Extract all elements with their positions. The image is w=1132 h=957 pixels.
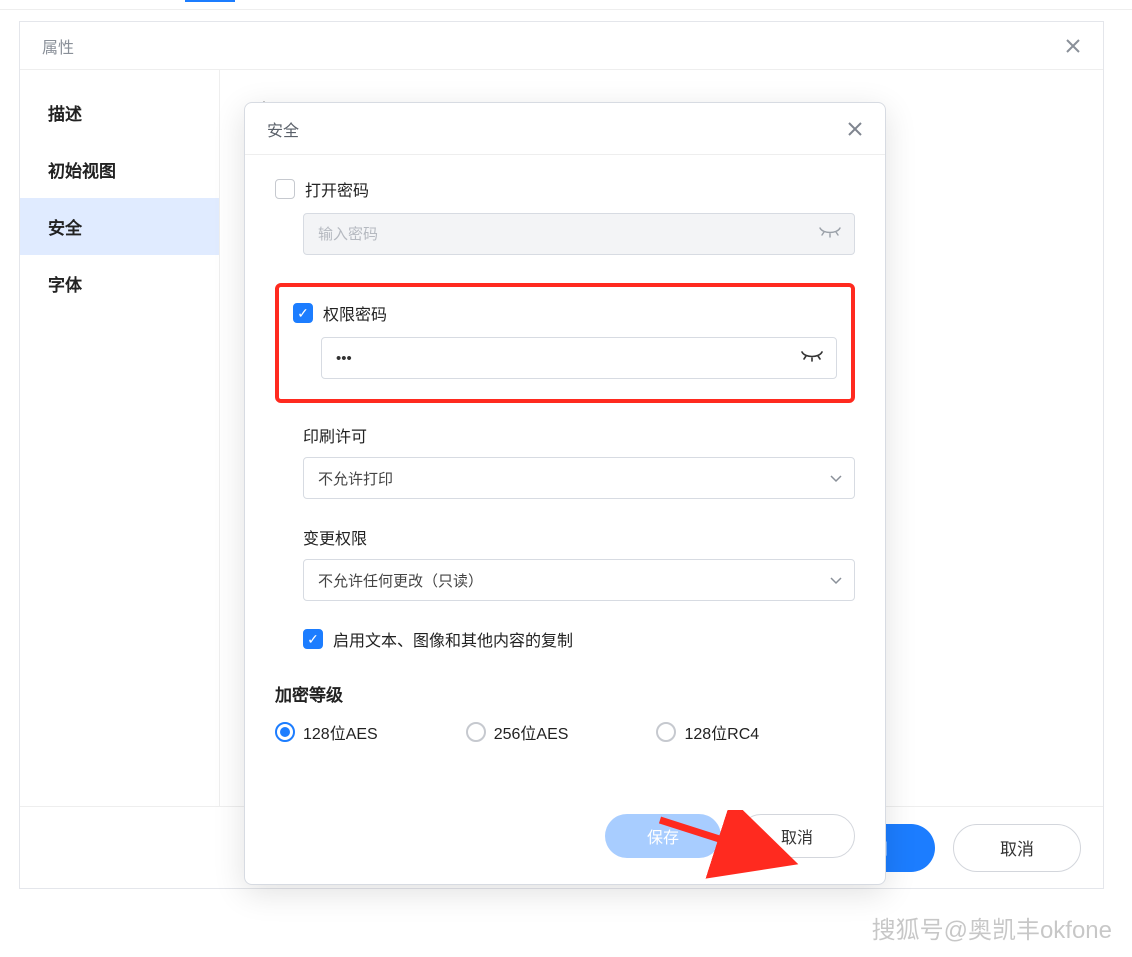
enable-copy-checkbox[interactable]: ✓ [303, 629, 323, 649]
properties-title: 属性 [42, 34, 74, 58]
dialog-close-icon[interactable] [843, 117, 867, 141]
sidebar-item-fonts[interactable]: 字体 [20, 255, 219, 312]
dialog-body: 打开密码 ✓ 权限密码 印刷许可 不允许打印 [245, 155, 885, 814]
perm-password-checkbox[interactable]: ✓ [293, 303, 313, 323]
permission-password-highlight: ✓ 权限密码 [275, 283, 855, 403]
print-permission-label: 印刷许可 [303, 423, 855, 447]
encryption-option-128rc4[interactable]: 128位RC4 [656, 720, 759, 744]
sidebar-item-description[interactable]: 描述 [20, 84, 219, 141]
top-tabs-bar [0, 0, 1132, 10]
change-permission-select[interactable]: 不允许任何更改（只读） [303, 559, 855, 601]
perm-password-label: 权限密码 [323, 301, 387, 325]
eye-closed-icon[interactable] [819, 227, 841, 241]
chevron-down-icon [830, 470, 842, 487]
radio-icon [466, 722, 486, 742]
sidebar-item-initial-view[interactable]: 初始视图 [20, 141, 219, 198]
chevron-down-icon [830, 572, 842, 589]
open-password-input[interactable] [303, 213, 855, 255]
properties-sidebar: 描述 初始视图 安全 字体 [20, 70, 220, 806]
sidebar-item-security[interactable]: 安全 [20, 198, 219, 255]
dialog-footer: 保存 取消 [245, 814, 885, 884]
encryption-radio-group: 128位AES 256位AES 128位RC4 [275, 720, 855, 744]
change-permission-label: 变更权限 [303, 525, 855, 549]
properties-header: 属性 [20, 22, 1103, 70]
print-permission-select[interactable]: 不允许打印 [303, 457, 855, 499]
dialog-title: 安全 [267, 117, 299, 141]
perm-password-field-wrap [321, 337, 837, 379]
open-password-label: 打开密码 [305, 177, 369, 201]
eye-closed-icon[interactable] [801, 351, 823, 365]
dialog-header: 安全 [245, 103, 885, 155]
open-password-checkbox[interactable] [275, 179, 295, 199]
open-password-field-wrap [303, 213, 855, 255]
active-tab-indicator [185, 0, 235, 2]
close-icon[interactable] [1061, 34, 1085, 58]
watermark-text: 搜狐号@奥凯丰okfone [872, 910, 1112, 945]
encryption-option-128aes[interactable]: 128位AES [275, 720, 378, 744]
perm-password-row: ✓ 权限密码 [293, 301, 837, 325]
enable-copy-label: 启用文本、图像和其他内容的复制 [333, 627, 573, 651]
radio-icon [275, 722, 295, 742]
encryption-title: 加密等级 [275, 681, 855, 706]
change-permission-value: 不允许任何更改（只读） [318, 570, 483, 591]
security-dialog: 安全 打开密码 ✓ 权限密码 [244, 102, 886, 885]
encryption-option-256aes[interactable]: 256位AES [466, 720, 569, 744]
open-password-row: 打开密码 [275, 177, 855, 201]
dialog-cancel-button[interactable]: 取消 [739, 814, 855, 858]
cancel-button[interactable]: 取消 [953, 824, 1081, 872]
save-button[interactable]: 保存 [605, 814, 721, 858]
radio-icon [656, 722, 676, 742]
print-permission-value: 不允许打印 [318, 468, 393, 489]
enable-copy-row: ✓ 启用文本、图像和其他内容的复制 [303, 627, 855, 651]
perm-password-input[interactable] [321, 337, 837, 379]
